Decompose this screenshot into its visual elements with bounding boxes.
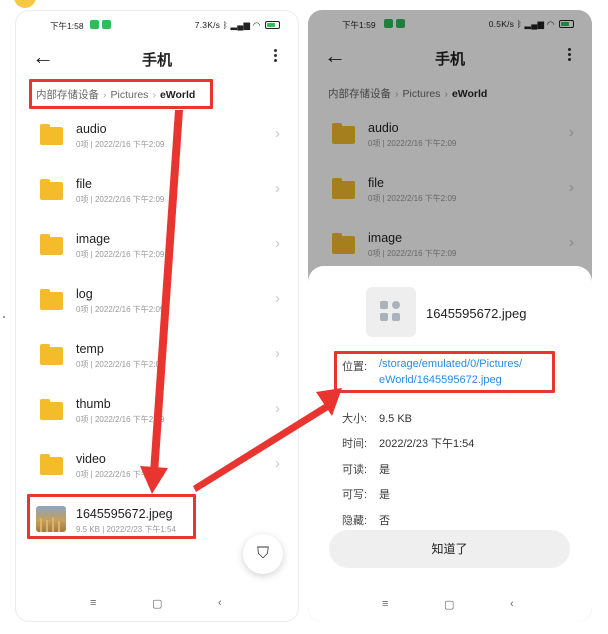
arrow-right-shaft <box>193 403 330 492</box>
screenshot-stage: 下午1:58 7.3K/s ᛒ ▂▄▆ ◠ ← 手机 内部存储设备 › Pictur… <box>0 0 608 634</box>
arrow-down-shaft <box>150 110 183 474</box>
annotation-arrows <box>140 110 342 494</box>
arrow-down-head <box>140 466 168 494</box>
